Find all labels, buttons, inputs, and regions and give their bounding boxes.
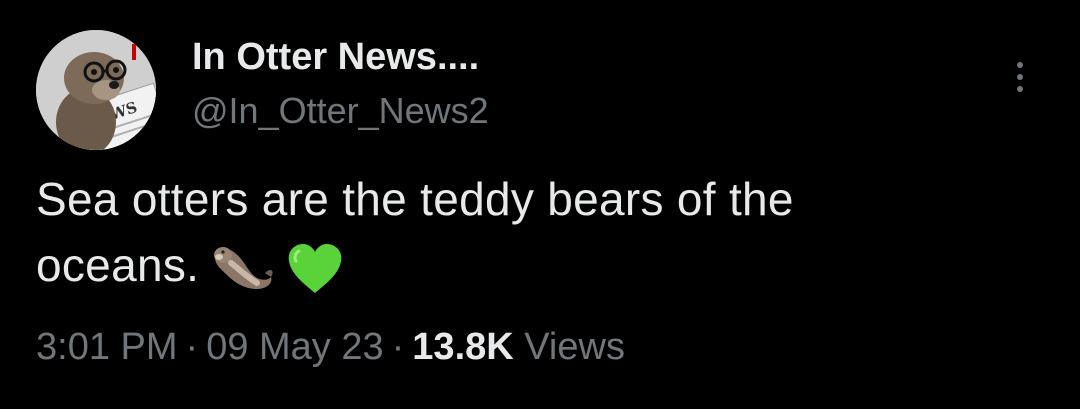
tweet-text-line-1: Sea otters are the teddy bears of the [36, 173, 794, 225]
otter-avatar-image: NEWS [36, 30, 156, 150]
tweet-card: NEWS In Otter News.... @In_Otter_News2 S… [0, 0, 1080, 409]
tweet-text-line-2: oceans. [36, 232, 1036, 298]
meta-separator: · [391, 326, 405, 368]
green-heart-emoji-icon [285, 241, 345, 297]
tweet-time[interactable]: 3:01 PM [36, 326, 178, 368]
avatar[interactable]: NEWS [36, 30, 156, 150]
more-options-icon-dot [1017, 74, 1023, 80]
meta-separator: · [185, 326, 199, 368]
more-options-button[interactable] [1000, 52, 1040, 102]
tweet-text-line-2-text: oceans. [36, 239, 200, 291]
tweet-meta: 3:01 PM · 09 May 23 · 13.8K Views [36, 326, 625, 369]
more-options-icon-dot [1017, 86, 1023, 92]
views-label: Views [524, 326, 625, 368]
more-options-icon [1017, 62, 1023, 68]
author-handle[interactable]: @In_Otter_News2 [192, 90, 489, 132]
tweet-text: Sea otters are the teddy bears of the oc… [36, 166, 1036, 298]
tweet-date[interactable]: 09 May 23 [206, 326, 383, 368]
views-count: 13.8K [412, 326, 514, 368]
author-display-name[interactable]: In Otter News.... [192, 36, 479, 79]
otter-emoji-icon [209, 243, 275, 295]
